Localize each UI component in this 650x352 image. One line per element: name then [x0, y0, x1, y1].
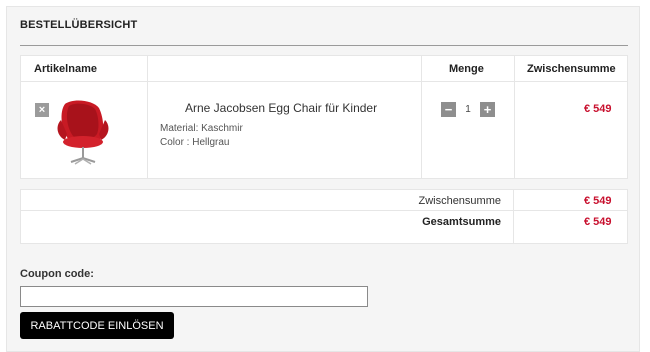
column-divider	[421, 56, 422, 178]
quantity-value[interactable]: 1	[458, 102, 478, 117]
product-name[interactable]: Arne Jacobsen Egg Chair für Kinder	[185, 101, 377, 115]
remove-item-button[interactable]: ×	[35, 103, 49, 117]
coupon-code-input[interactable]	[20, 286, 368, 307]
redeem-coupon-button[interactable]: RABATTCODE EINLÖSEN	[20, 312, 174, 339]
product-attribute-color: Color : Hellgrau	[160, 137, 230, 148]
subtotal-value: € 549	[584, 195, 612, 207]
column-header-article: Artikelname	[34, 63, 97, 75]
column-divider	[514, 56, 515, 178]
header-divider	[21, 81, 627, 82]
totals-row-divider	[21, 210, 627, 211]
title-divider	[20, 45, 628, 46]
egg-chair-icon	[57, 100, 109, 165]
column-divider	[147, 56, 148, 178]
coupon-label: Coupon code:	[20, 268, 94, 280]
quantity-increase-button[interactable]: +	[480, 102, 495, 117]
item-subtotal-price: € 549	[584, 103, 612, 115]
column-header-quantity: Menge	[449, 63, 484, 75]
quantity-decrease-button[interactable]: −	[441, 102, 456, 117]
section-title: BESTELLÜBERSICHT	[20, 19, 138, 31]
subtotal-label: Zwischensumme	[418, 195, 501, 207]
grand-total-label: Gesamtsumme	[422, 216, 501, 228]
cart-table: Artikelname Menge Zwischensumme × Arne J…	[20, 55, 628, 179]
totals-table: Zwischensumme € 549 Gesamtsumme € 549	[20, 189, 628, 244]
grand-total-value: € 549	[584, 216, 612, 228]
totals-column-divider	[513, 190, 514, 243]
product-image[interactable]	[53, 94, 113, 170]
order-overview-panel: BESTELLÜBERSICHT Artikelname Menge Zwisc…	[6, 6, 640, 352]
product-attribute-material: Material: Kaschmir	[160, 123, 243, 134]
column-header-subtotal: Zwischensumme	[527, 63, 616, 75]
